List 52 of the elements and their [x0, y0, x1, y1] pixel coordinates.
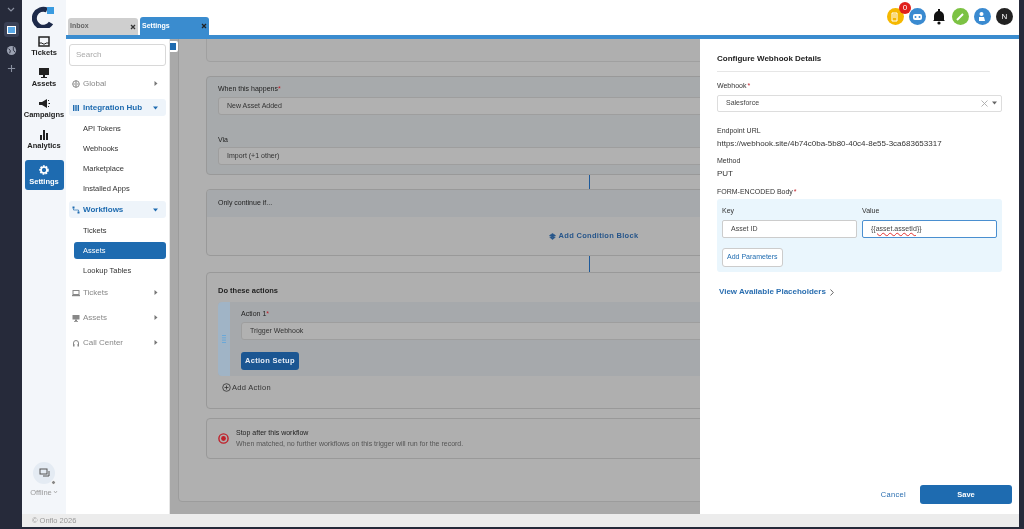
caret-down-icon[interactable] [992, 101, 997, 105]
caret-right-icon [154, 315, 158, 320]
caret-down-icon [153, 105, 158, 110]
caret-down-icon [153, 207, 158, 212]
monitor-icon [72, 313, 80, 322]
menu-group[interactable]: Workflows [69, 201, 166, 218]
bell-icon[interactable] [931, 8, 947, 25]
settings-icon [38, 164, 50, 176]
laptop-icon [72, 288, 80, 297]
megaphone-icon [38, 98, 50, 109]
connector-line [589, 256, 590, 272]
plus-circle-icon [222, 383, 231, 393]
person-icon[interactable] [974, 8, 991, 25]
method-value: PUT [717, 167, 734, 180]
user-avatar[interactable]: N [996, 8, 1013, 25]
menu-group[interactable]: Global [69, 75, 166, 92]
menu-group[interactable]: Call Center [69, 334, 166, 351]
notification-badge: 0 [899, 2, 911, 14]
globe-icon[interactable] [5, 45, 17, 56]
chat-avatar[interactable] [33, 461, 55, 484]
drag-handle-icon[interactable] [222, 335, 226, 344]
menu-group[interactable]: Assets [69, 309, 166, 326]
menu-group[interactable]: Tickets [69, 284, 166, 301]
endpoint-url: https://webhook.site/4b74c0ba-5b80-40c4-8e55-3ca683653317 [717, 138, 943, 150]
caret-right-icon [154, 290, 158, 295]
logo-icon[interactable] [32, 6, 56, 28]
menu-group[interactable]: Integration Hub [69, 99, 166, 116]
placeholders-link[interactable]: View Available Placeholders [719, 286, 834, 298]
flow-icon [72, 205, 80, 214]
close-icon[interactable] [130, 23, 136, 30]
close-icon[interactable] [201, 23, 207, 29]
tasks-button[interactable] [887, 8, 904, 25]
inbox-icon [38, 36, 50, 47]
chevron-down-icon[interactable] [6, 6, 16, 14]
layers-icon [548, 232, 556, 240]
bar-chart-icon [38, 129, 50, 140]
radio-icon[interactable] [218, 433, 229, 444]
connector-line [589, 175, 590, 189]
headset-icon [72, 338, 80, 347]
caret-right-icon [154, 81, 158, 86]
chat-icon [38, 467, 50, 478]
robot-icon[interactable] [909, 8, 926, 25]
plus-icon[interactable] [6, 64, 16, 73]
globe-icon [72, 79, 80, 88]
drawer-title: Configure Webhook Details [717, 53, 990, 72]
app-icon[interactable] [3, 22, 19, 37]
chevron-right-icon [829, 288, 834, 296]
grid-icon [72, 103, 80, 112]
collapse-toggle[interactable] [170, 41, 178, 52]
caret-right-icon [154, 340, 158, 345]
document-icon [891, 11, 900, 22]
monitor-icon [38, 67, 50, 78]
